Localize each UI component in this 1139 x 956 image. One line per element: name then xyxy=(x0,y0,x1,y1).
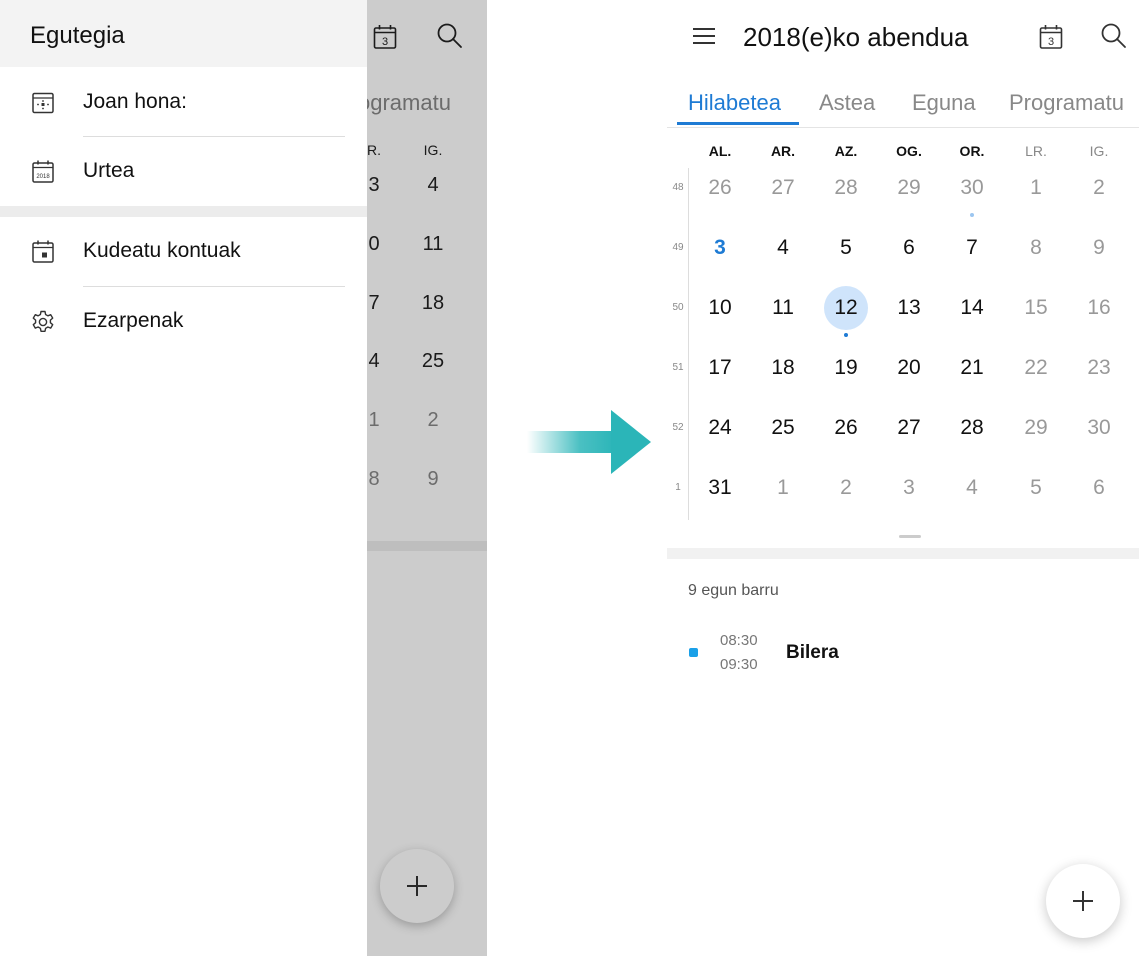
event-start-time: 08:30 xyxy=(720,632,758,649)
today-calendar-icon[interactable]: 3 xyxy=(1039,24,1063,50)
weekday-label: LR. xyxy=(1025,143,1047,159)
tab-month[interactable]: Hilabetea xyxy=(688,90,781,116)
go-to-date-icon xyxy=(32,92,54,114)
menu-item-label: Ezarpenak xyxy=(83,309,184,332)
day-cell[interactable]: 1 xyxy=(1014,166,1058,210)
day-cell[interactable]: 13 xyxy=(887,286,931,330)
day-cell[interactable]: 30 xyxy=(950,166,994,210)
weekday-label: AZ. xyxy=(834,143,858,159)
day-cell[interactable]: 14 xyxy=(950,286,994,330)
day-cell[interactable]: 10 xyxy=(698,286,742,330)
event-item[interactable]: 08:30 09:30 Bilera xyxy=(667,628,1139,680)
menu-item-label: Urtea xyxy=(83,159,135,182)
day-cell[interactable]: 9 xyxy=(1077,226,1121,270)
weekday-label: AL. xyxy=(708,143,732,159)
week-number-divider xyxy=(688,168,689,520)
day-cell[interactable]: 22 xyxy=(1014,346,1058,390)
day-cell[interactable]: 16 xyxy=(1077,286,1121,330)
tab-agenda[interactable]: Programatu xyxy=(1009,90,1124,116)
day-cell[interactable]: 30 xyxy=(1077,406,1121,450)
day-cell[interactable]: 31 xyxy=(698,466,742,510)
event-indicator-dot xyxy=(970,213,974,217)
day-cell[interactable]: 7 xyxy=(950,226,994,270)
search-icon[interactable] xyxy=(1100,22,1128,50)
left-screen: 3 ogramatu R. IG. 3 4 0 11 7 18 4 25 1 2 8 9 Eguteg… xyxy=(0,0,487,956)
day-cell[interactable]: 2 xyxy=(1077,166,1121,210)
day-cell[interactable]: 4 xyxy=(761,226,805,270)
day-cell[interactable]: 8 xyxy=(1014,226,1058,270)
weekday-label: OG. xyxy=(896,143,922,159)
menu-item-go-to-date[interactable]: Joan hona: xyxy=(0,68,367,138)
day-cell[interactable]: 25 xyxy=(761,406,805,450)
day-cell[interactable]: 29 xyxy=(887,166,931,210)
drawer-title: Egutegia xyxy=(30,22,125,49)
week-number: 49 xyxy=(672,242,684,253)
tabs-divider xyxy=(667,127,1139,128)
day-cell[interactable]: 24 xyxy=(698,406,742,450)
day-cell[interactable]: 3 xyxy=(698,226,742,270)
event-end-time: 09:30 xyxy=(720,656,758,673)
day-cell[interactable]: 15 xyxy=(1014,286,1058,330)
add-event-button[interactable] xyxy=(1046,864,1120,938)
navigation-drawer: Egutegia Joan hona: 2018 Urtea Kudeatu k… xyxy=(0,0,367,956)
manage-accounts-calendar-icon xyxy=(32,240,54,263)
day-cell[interactable]: 4 xyxy=(950,466,994,510)
page-title[interactable]: 2018(e)ko abendua xyxy=(743,22,969,53)
week-number: 51 xyxy=(672,362,684,373)
day-cell[interactable]: 23 xyxy=(1077,346,1121,390)
day-cell[interactable]: 11 xyxy=(761,286,805,330)
day-cell[interactable]: 28 xyxy=(824,166,868,210)
weekday-label: IG. xyxy=(1089,143,1109,159)
day-cell[interactable]: 5 xyxy=(1014,466,1058,510)
day-cell[interactable]: 5 xyxy=(824,226,868,270)
hamburger-menu-icon[interactable] xyxy=(692,26,716,46)
drawer-header: Egutegia xyxy=(0,0,367,67)
day-cell[interactable]: 6 xyxy=(1077,466,1121,510)
drag-handle[interactable] xyxy=(899,535,921,538)
menu-item-label: Kudeatu kontuak xyxy=(83,239,241,262)
gear-icon xyxy=(32,310,54,332)
section-gap xyxy=(667,548,1139,559)
day-cell[interactable]: 19 xyxy=(824,346,868,390)
weekday-label: OR. xyxy=(959,143,985,159)
weekday-label: AR. xyxy=(770,143,796,159)
menu-item-year[interactable]: 2018 Urtea xyxy=(0,137,367,207)
year-icon-text: 2018 xyxy=(36,174,50,180)
day-cell[interactable]: 6 xyxy=(887,226,931,270)
day-cell[interactable]: 26 xyxy=(698,166,742,210)
week-number: 1 xyxy=(675,482,681,493)
active-tab-indicator xyxy=(677,122,799,125)
day-cell[interactable]: 27 xyxy=(761,166,805,210)
day-cell[interactable]: 12 xyxy=(824,286,868,330)
day-cell[interactable]: 20 xyxy=(887,346,931,390)
tab-week[interactable]: Astea xyxy=(819,90,875,116)
day-cell[interactable]: 2 xyxy=(824,466,868,510)
day-cell[interactable]: 18 xyxy=(761,346,805,390)
event-title: Bilera xyxy=(786,642,839,663)
day-cell[interactable]: 28 xyxy=(950,406,994,450)
day-cell[interactable]: 27 xyxy=(887,406,931,450)
menu-item-settings[interactable]: Ezarpenak xyxy=(0,287,367,357)
plus-icon xyxy=(1082,891,1084,911)
day-cell[interactable]: 21 xyxy=(950,346,994,390)
day-cell[interactable]: 1 xyxy=(761,466,805,510)
year-calendar-icon: 2018 xyxy=(32,160,54,183)
event-color-marker xyxy=(689,648,698,657)
day-cell[interactable]: 29 xyxy=(1014,406,1058,450)
today-badge-text: 3 xyxy=(1048,36,1054,48)
week-number: 52 xyxy=(672,422,684,433)
menu-item-manage-accounts[interactable]: Kudeatu kontuak xyxy=(0,217,367,287)
day-cell[interactable]: 26 xyxy=(824,406,868,450)
tab-day[interactable]: Eguna xyxy=(912,90,976,116)
agenda-section-label: 9 egun barru xyxy=(688,582,779,599)
transition-arrow-icon xyxy=(527,410,651,474)
drawer-section-gap xyxy=(0,206,367,217)
event-indicator-dot xyxy=(844,333,848,337)
day-cell[interactable]: 17 xyxy=(698,346,742,390)
day-cell[interactable]: 3 xyxy=(887,466,931,510)
right-screen: 2018(e)ko abendua 3 Hilabetea Astea Egun… xyxy=(667,0,1139,956)
menu-item-label: Joan hona: xyxy=(83,90,187,113)
week-number: 48 xyxy=(672,182,684,193)
week-number: 50 xyxy=(672,302,684,313)
